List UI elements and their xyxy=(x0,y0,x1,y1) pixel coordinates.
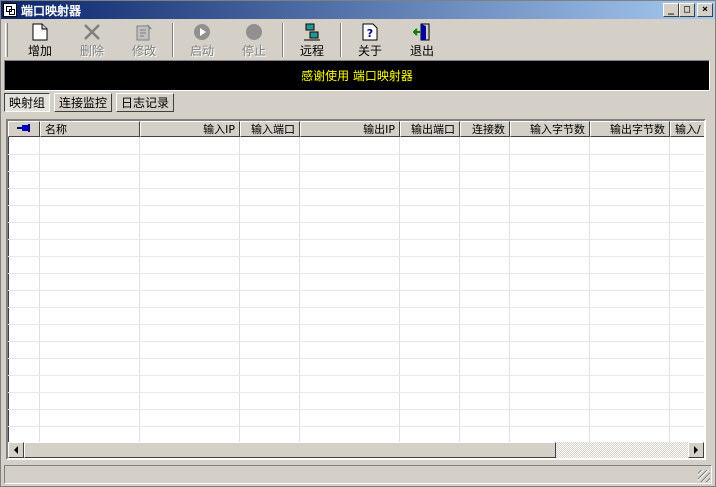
svg-text:?: ? xyxy=(367,27,373,40)
stop-button[interactable]: 停止 xyxy=(228,21,280,59)
toolbar-separator xyxy=(172,23,174,57)
modify-label: 修改 xyxy=(131,44,156,58)
network-icon[interactable] xyxy=(3,3,17,17)
column-header-output-bytes[interactable]: 输出字节数 xyxy=(590,121,670,137)
start-label: 启动 xyxy=(189,44,214,58)
welcome-banner: 感谢使用 端口映射器 xyxy=(4,60,710,91)
add-button[interactable]: 增加 xyxy=(14,21,66,59)
toolbar-grip[interactable] xyxy=(5,23,8,57)
stop-label: 停止 xyxy=(241,44,266,58)
delete-label: 删除 xyxy=(79,44,104,58)
window-controls: _ □ × xyxy=(663,3,713,17)
column-header-output-port[interactable]: 输出端口 xyxy=(400,121,460,137)
play-icon xyxy=(192,23,212,41)
scroll-left-button[interactable] xyxy=(8,442,24,458)
column-header-output-ip[interactable]: 输出IP xyxy=(300,121,400,137)
arrow-right-icon xyxy=(693,443,699,457)
column-header-input-port[interactable]: 输入端口 xyxy=(240,121,300,137)
edit-icon xyxy=(134,23,154,41)
exit-door-icon xyxy=(412,23,432,41)
delete-icon xyxy=(82,23,102,41)
network-computer-icon xyxy=(302,23,322,41)
close-button[interactable]: × xyxy=(697,3,713,17)
add-label: 增加 xyxy=(27,44,52,58)
column-header-name[interactable]: 名称 xyxy=(40,121,140,137)
window-title: 端口映射器 xyxy=(21,3,82,18)
toolbar: 增加 删除 修改 启动 停止 远程 ? 关于 退出 xyxy=(3,21,713,59)
maximize-button[interactable]: □ xyxy=(679,3,695,17)
scroll-thumb[interactable] xyxy=(24,442,556,458)
main-window: 端口映射器 _ □ × 增加 删除 修改 启动 停止 远程 ? 关于 退出 感谢… xyxy=(0,0,716,487)
remote-label: 远程 xyxy=(299,44,324,58)
arrow-left-icon xyxy=(13,443,19,457)
pin-column-header[interactable] xyxy=(8,121,40,137)
horizontal-scrollbar[interactable] xyxy=(8,442,704,458)
remote-button[interactable]: 远程 xyxy=(286,21,338,59)
modify-button[interactable]: 修改 xyxy=(118,21,170,59)
exit-label: 退出 xyxy=(409,44,434,58)
banner-text: 感谢使用 端口映射器 xyxy=(301,69,413,83)
help-icon: ? xyxy=(360,23,380,41)
tab-log[interactable]: 日志记录 xyxy=(116,93,175,112)
status-bar xyxy=(4,465,712,484)
about-button[interactable]: ? 关于 xyxy=(344,21,396,59)
title-bar[interactable]: 端口映射器 _ □ × xyxy=(1,1,715,19)
mapping-list[interactable]: 名称 输入IP 输入端口 输出IP 输出端口 连接数 输入字节数 输出字节数 输… xyxy=(6,119,706,460)
column-header-connections[interactable]: 连接数 xyxy=(460,121,510,137)
tab-connection-monitor[interactable]: 连接监控 xyxy=(54,93,113,112)
resize-grip-icon[interactable] xyxy=(698,470,710,482)
stop-icon xyxy=(244,23,264,41)
pin-icon xyxy=(16,123,32,136)
new-document-icon xyxy=(30,23,50,41)
list-body[interactable] xyxy=(8,137,704,442)
scroll-track[interactable] xyxy=(24,442,688,458)
tab-mapping-group[interactable]: 映射组 xyxy=(4,93,51,112)
delete-button[interactable]: 删除 xyxy=(66,21,118,59)
column-header-input-bytes[interactable]: 输入字节数 xyxy=(510,121,590,137)
column-header-input-rate[interactable]: 输入/ xyxy=(670,121,704,137)
exit-button[interactable]: 退出 xyxy=(396,21,448,59)
toolbar-separator xyxy=(340,23,342,57)
about-label: 关于 xyxy=(357,44,382,58)
column-header-input-ip[interactable]: 输入IP xyxy=(140,121,240,137)
scroll-right-button[interactable] xyxy=(688,442,704,458)
minimize-button[interactable]: _ xyxy=(663,3,679,17)
tab-bar: 映射组 连接监控 日志记录 xyxy=(4,93,175,112)
list-header: 名称 输入IP 输入端口 输出IP 输出端口 连接数 输入字节数 输出字节数 输… xyxy=(8,121,704,137)
toolbar-separator xyxy=(282,23,284,57)
start-button[interactable]: 启动 xyxy=(176,21,228,59)
